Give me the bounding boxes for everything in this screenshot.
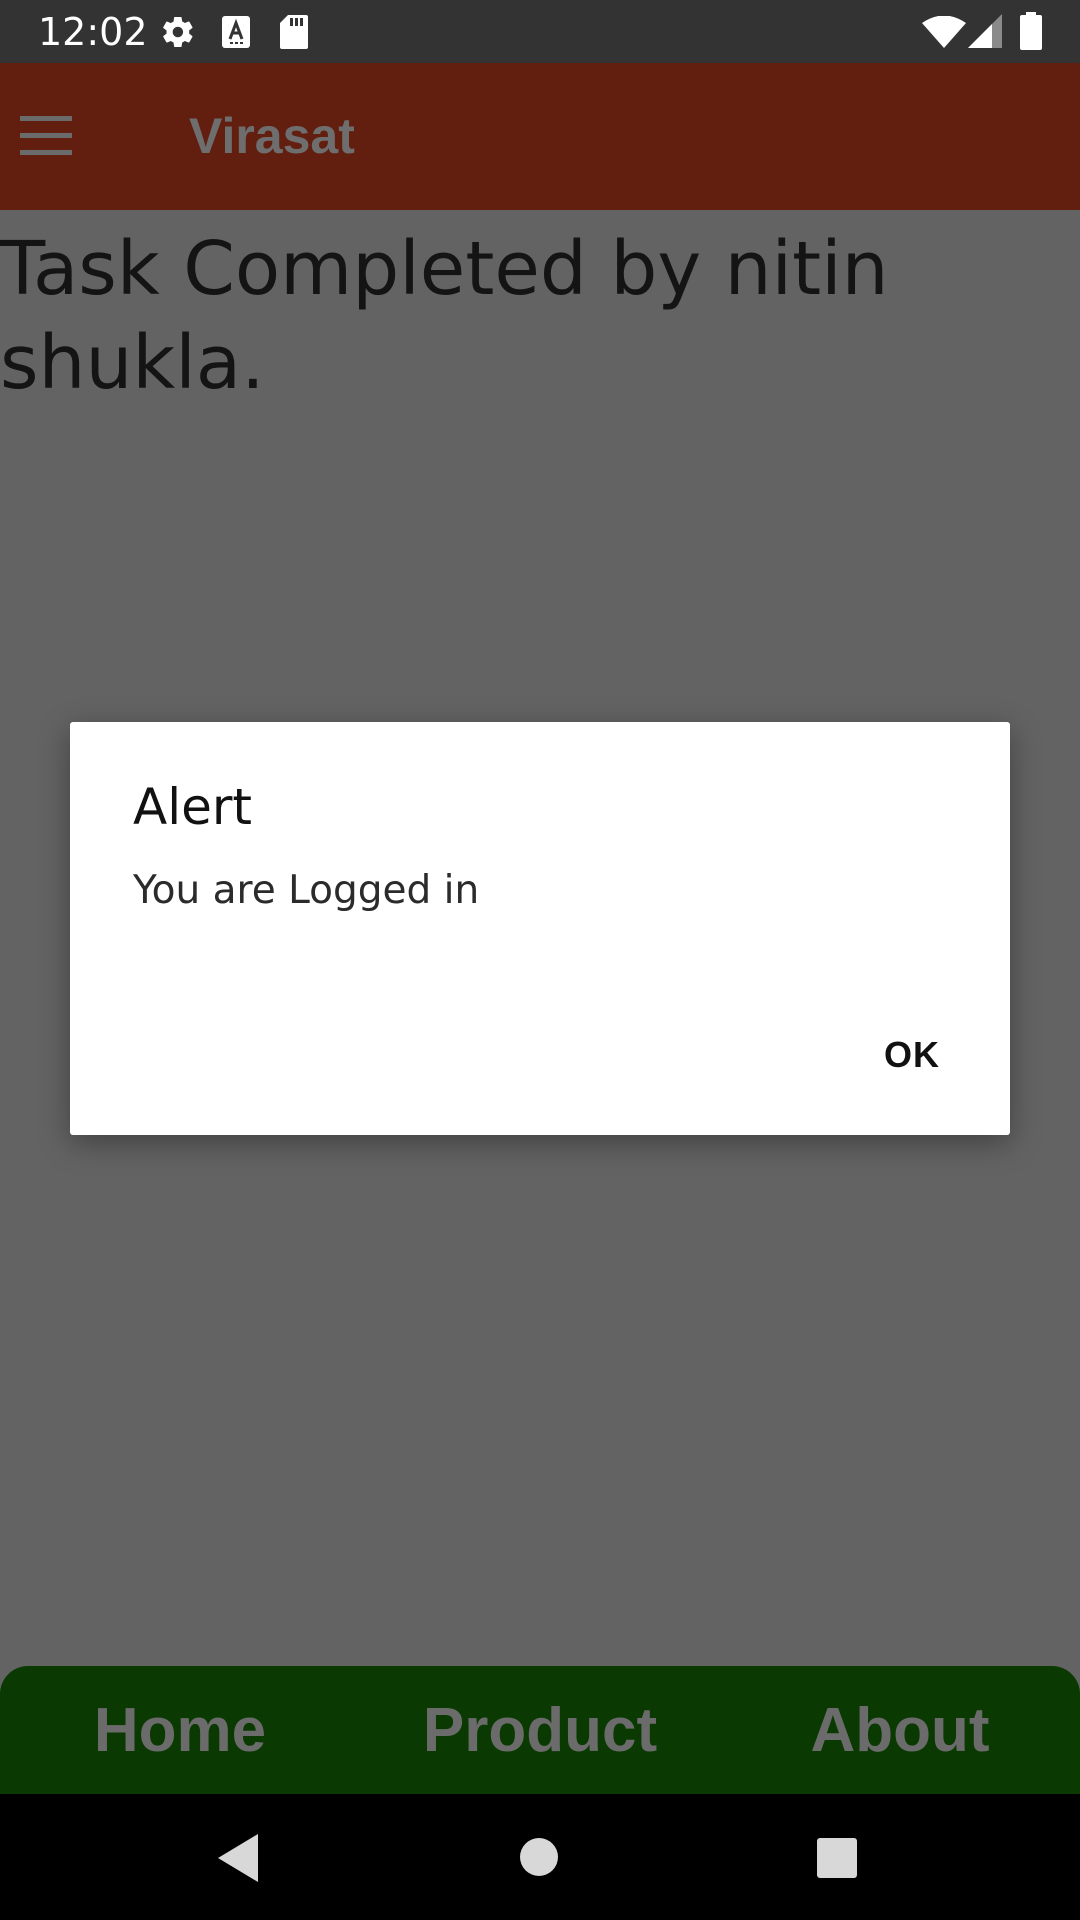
a-box-icon <box>222 16 250 53</box>
status-time: 12:02 <box>38 10 148 54</box>
back-icon[interactable] <box>218 1834 258 1887</box>
ok-button[interactable]: OK <box>884 1035 940 1075</box>
system-nav-bar <box>0 1794 1080 1920</box>
battery-icon <box>1020 12 1042 55</box>
dialog-message: You are Logged in <box>133 868 480 913</box>
task-completed-message: Task Completed by nitin shukla. <box>0 226 889 406</box>
signal-icon <box>968 14 1002 53</box>
hamburger-menu-icon[interactable] <box>20 116 72 156</box>
alert-dialog: Alert You are Logged in OK <box>70 722 1010 1135</box>
nav-item-about[interactable]: About <box>780 1696 1020 1766</box>
wifi-icon <box>922 15 966 53</box>
app-bar: Virasat <box>0 63 1080 210</box>
bottom-nav: Home Product About <box>0 1666 1080 1794</box>
nav-item-home[interactable]: Home <box>60 1696 300 1766</box>
home-circle-icon[interactable] <box>520 1838 558 1881</box>
app-title: Virasat <box>189 108 355 164</box>
nav-item-product[interactable]: Product <box>400 1696 680 1766</box>
status-bar: 12:02 <box>0 0 1080 63</box>
gear-icon <box>160 14 196 55</box>
sd-card-icon <box>280 15 308 54</box>
dialog-title: Alert <box>133 778 253 836</box>
recents-square-icon[interactable] <box>817 1838 857 1883</box>
